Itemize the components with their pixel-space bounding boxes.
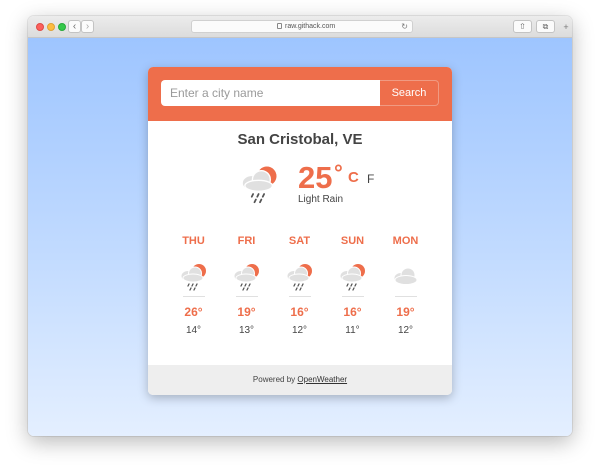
current-temperature: 25 — [298, 160, 333, 195]
forecast-high: 16° — [290, 305, 309, 319]
divider — [394, 296, 417, 297]
weather-card: Search San Cristobal, VE 25 — [148, 67, 452, 395]
tabs-icon: ⧉ — [542, 22, 549, 31]
cloud-sun-rain-icon — [286, 264, 312, 291]
cloud-sun-rain-icon — [339, 264, 365, 291]
forecast-day-name: SUN — [340, 235, 365, 247]
cloud-icon — [393, 267, 417, 285]
footer-text: Powered by — [252, 375, 298, 384]
divider — [182, 296, 205, 297]
forecast-high: 26° — [184, 305, 203, 319]
city-name: San Cristobal, VE — [237, 131, 363, 148]
browser-window: ‹ › raw.githack.com ↻ ⇧ ⧉ + Search San C… — [28, 16, 572, 436]
cloud-sun-rain-icon — [233, 264, 259, 291]
forecast-day: THU 26° 14° — [167, 234, 220, 337]
page-viewport: Search San Cristobal, VE 25 — [28, 38, 572, 436]
address-bar[interactable]: raw.githack.com ↻ — [191, 20, 413, 33]
share-icon: ⇧ — [519, 22, 526, 31]
search-header: Search — [148, 67, 452, 121]
url-text: raw.githack.com — [285, 23, 336, 30]
forecast-high: 19° — [237, 305, 256, 319]
browser-toolbar: ‹ › raw.githack.com ↻ ⇧ ⧉ + — [28, 16, 572, 38]
minimize-window-button[interactable] — [47, 23, 55, 31]
divider — [288, 296, 311, 297]
forecast-high: 19° — [396, 305, 415, 319]
forward-button[interactable]: › — [81, 20, 94, 33]
reload-icon[interactable]: ↻ — [401, 21, 408, 32]
forecast-day-name: THU — [182, 235, 205, 247]
forecast-low: 13° — [238, 325, 255, 336]
back-button[interactable]: ‹ — [68, 20, 81, 33]
tabs-button[interactable]: ⧉ — [536, 20, 555, 33]
forecast-day-name: MON — [392, 235, 419, 247]
forecast-high: 16° — [343, 305, 362, 319]
cloud-sun-rain-icon — [241, 166, 277, 204]
weather-description: Light Rain — [298, 194, 344, 205]
forecast-low: 14° — [185, 325, 202, 336]
forecast-day: FRI 19° 13° — [220, 234, 273, 337]
forecast-day-name: SAT — [288, 235, 311, 247]
forecast-low: 11° — [345, 325, 360, 336]
degree-symbol: ° — [334, 160, 343, 185]
forecast-day: SUN 16° 11° — [326, 234, 379, 337]
lock-icon — [277, 23, 282, 29]
forecast-low: 12° — [291, 325, 308, 336]
zoom-window-button[interactable] — [58, 23, 66, 31]
celsius-toggle[interactable]: C — [348, 169, 359, 186]
forecast-day-name: FRI — [237, 235, 256, 247]
city-search-input[interactable] — [161, 80, 380, 106]
chevron-left-icon: ‹ — [72, 21, 77, 32]
card-footer: Powered by OpenWeather — [148, 365, 452, 395]
divider — [235, 296, 258, 297]
share-button[interactable]: ⇧ — [513, 20, 532, 33]
close-window-button[interactable] — [36, 23, 44, 31]
openweather-link[interactable]: OpenWeather — [297, 375, 347, 384]
search-button[interactable]: Search — [380, 80, 439, 106]
chevron-right-icon: › — [85, 21, 90, 32]
cloud-sun-rain-icon — [180, 264, 206, 291]
plus-icon: + — [563, 22, 569, 32]
fahrenheit-toggle[interactable]: F — [367, 172, 374, 186]
new-tab-button[interactable]: + — [560, 21, 572, 33]
forecast-day: SAT 16° 12° — [273, 234, 326, 337]
forecast-low: 12° — [397, 325, 414, 336]
forecast-day: MON 19° 12° — [379, 234, 432, 337]
divider — [341, 296, 364, 297]
